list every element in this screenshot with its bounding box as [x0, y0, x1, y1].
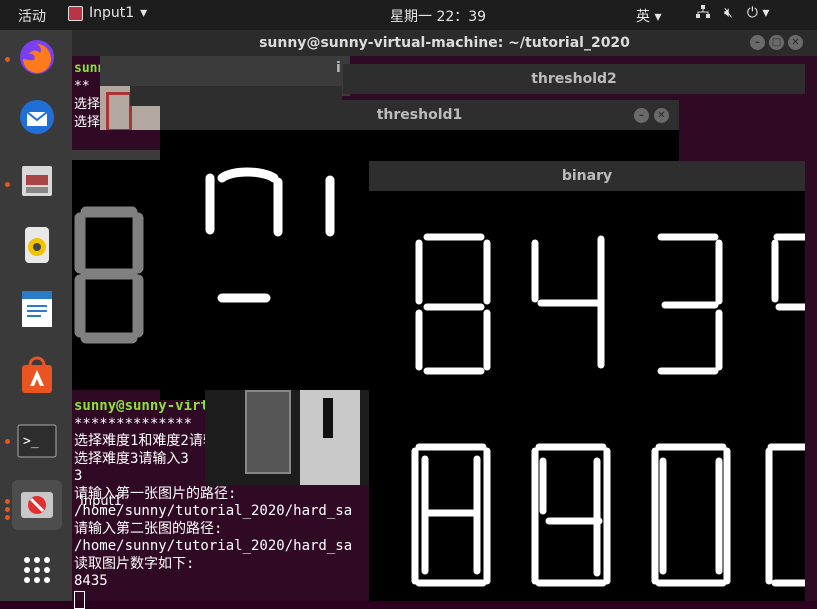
network-icon — [696, 5, 710, 23]
system-tray[interactable]: 🔇︎ ⏻ ▾ — [696, 5, 769, 23]
running-indicator — [5, 499, 10, 504]
input-method-indicator[interactable]: 英 ▾ — [636, 6, 661, 26]
power-icon: ⏻ ▾ — [746, 5, 770, 21]
running-indicator — [5, 515, 10, 520]
activities-button[interactable]: 活动 — [18, 6, 46, 26]
opencv-window-binary[interactable]: binary — [369, 161, 805, 601]
window-title: i — [336, 60, 341, 76]
text-cursor — [74, 590, 85, 609]
input-method-label: 英 — [636, 9, 650, 25]
running-indicator — [5, 57, 10, 62]
running-indicator — [5, 182, 10, 187]
window-titlebar[interactable]: threshold1 – ✕ — [160, 100, 679, 130]
minimize-button[interactable]: – — [750, 35, 765, 50]
output-line: 请输入第二张图的路径: — [74, 520, 223, 537]
running-app-icon[interactable] — [12, 480, 62, 530]
running-indicator — [5, 507, 10, 512]
svg-text:>_: >_ — [23, 434, 39, 449]
input1-overlay-label: Input1 — [80, 494, 140, 516]
binary-image — [369, 191, 805, 601]
terminal-titlebar[interactable]: sunny@sunny-virtual-machine: ~/tutorial_… — [72, 30, 817, 56]
show-applications-icon[interactable] — [12, 545, 62, 595]
volume-muted-icon: 🔇︎ — [724, 5, 733, 21]
chevron-down-icon: ▾ — [140, 5, 148, 21]
window-title: threshold1 — [376, 107, 463, 123]
input1-label: Input1 — [80, 494, 122, 509]
close-button[interactable]: ✕ — [788, 35, 803, 50]
close-button[interactable]: ✕ — [654, 108, 669, 123]
output-line: /home/sunny/tutorial_2020/hard_sa — [74, 538, 353, 554]
running-indicator — [5, 439, 10, 444]
window-titlebar[interactable]: binary — [369, 161, 805, 191]
output-line: 读取图片数字如下: — [74, 555, 195, 572]
window-title: threshold2 — [531, 71, 617, 87]
window-title: binary — [561, 168, 613, 184]
terminal-icon[interactable]: >_ — [12, 416, 62, 466]
minimize-button[interactable]: – — [634, 108, 649, 123]
libreoffice-writer-icon[interactable] — [12, 284, 62, 334]
clock[interactable]: 星期一 22：39 — [390, 6, 486, 26]
dock: >_ — [0, 30, 72, 601]
app-menu-label: Input1 — [89, 5, 135, 21]
thunderbird-icon[interactable] — [12, 92, 62, 142]
firefox-icon[interactable] — [12, 32, 62, 82]
app-icon — [68, 5, 83, 21]
top-bar: 活动 Input1 ▾ 星期一 22：39 英 ▾ 🔇︎ ⏻ ▾ — [0, 0, 817, 30]
terminal-title: sunny@sunny-virtual-machine: ~/tutorial_… — [259, 35, 630, 51]
rhythmbox-icon[interactable] — [12, 220, 62, 270]
maximize-button[interactable]: □ — [769, 35, 784, 50]
binary-digits — [411, 233, 805, 587]
window-titlebar[interactable]: threshold2 — [343, 64, 805, 94]
app-menu[interactable]: Input1 ▾ — [68, 5, 147, 21]
software-center-icon[interactable] — [12, 350, 62, 400]
files-icon[interactable] — [12, 156, 62, 206]
image-preview — [205, 390, 370, 485]
opencv-window-threshold2[interactable]: threshold2 — [343, 64, 805, 94]
output-line: 8435 — [74, 573, 108, 589]
